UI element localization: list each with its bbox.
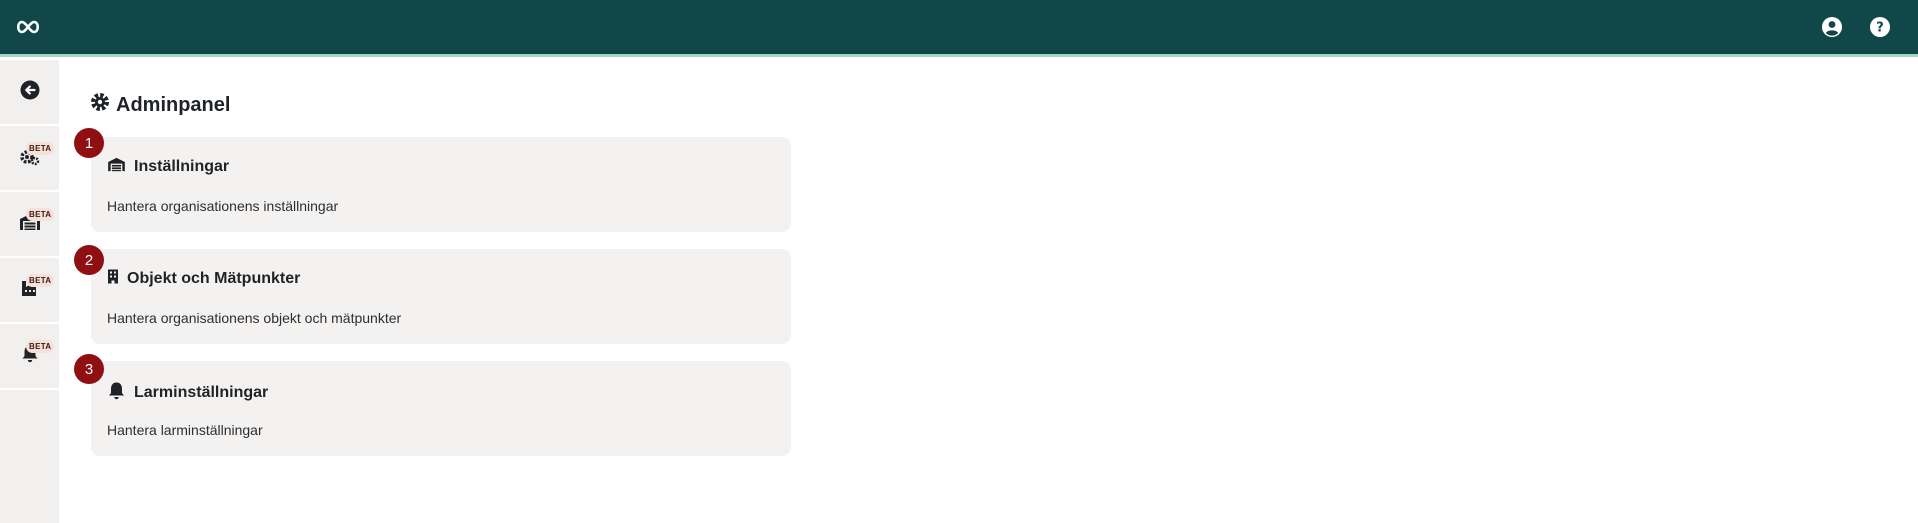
gear-icon bbox=[90, 92, 110, 118]
beta-badge: BETA bbox=[26, 208, 55, 221]
card-description: Hantera organisationens inställningar bbox=[107, 198, 339, 214]
help-circle-icon[interactable]: ? bbox=[1868, 15, 1892, 39]
sidebar-item-organisation[interactable]: BETA bbox=[0, 192, 59, 258]
step-badge-1: 1 bbox=[74, 128, 104, 158]
card-title: Objekt och Mätpunkter bbox=[107, 269, 300, 289]
card-title: Inställningar bbox=[107, 157, 229, 177]
step-badge-3: 3 bbox=[74, 354, 104, 384]
sidebar-back-button[interactable] bbox=[0, 60, 59, 126]
arrow-left-circle-icon bbox=[20, 80, 40, 105]
top-navigation-bar: ? bbox=[0, 0, 1918, 57]
card-description: Hantera larminställningar bbox=[107, 422, 263, 438]
card-installningar[interactable]: Inställningar Hantera organisationens in… bbox=[91, 137, 791, 232]
account-circle-icon[interactable] bbox=[1820, 15, 1844, 39]
svg-text:?: ? bbox=[1876, 21, 1884, 36]
page-title-text: Adminpanel bbox=[116, 93, 231, 116]
card-title-text: Larminställningar bbox=[134, 384, 269, 401]
step-badge-2: 2 bbox=[74, 245, 104, 275]
card-title-text: Objekt och Mätpunkter bbox=[127, 270, 301, 287]
sidebar-item-objects[interactable]: BETA bbox=[0, 258, 59, 324]
sidebar-item-settings[interactable]: BETA bbox=[0, 126, 59, 192]
card-title-text: Inställningar bbox=[134, 158, 230, 175]
beta-badge: BETA bbox=[26, 274, 55, 287]
beta-badge: BETA bbox=[26, 340, 55, 353]
page-title: Adminpanel bbox=[90, 92, 231, 118]
beta-badge: BETA bbox=[26, 142, 55, 155]
building-icon bbox=[107, 269, 119, 289]
main-content: Adminpanel bbox=[90, 92, 231, 118]
sidebar: BETA BETA BETA BETA bbox=[0, 60, 59, 523]
bell-icon bbox=[107, 381, 126, 405]
infinity-logo-icon[interactable] bbox=[14, 13, 42, 41]
warehouse-icon bbox=[107, 157, 126, 177]
card-larminstallningar[interactable]: Larminställningar Hantera larminställnin… bbox=[91, 361, 791, 456]
sidebar-item-alarms[interactable]: BETA bbox=[0, 324, 59, 390]
card-objekt-och-matpunkter[interactable]: Objekt och Mätpunkter Hantera organisati… bbox=[91, 249, 791, 344]
card-description: Hantera organisationens objekt och mätpu… bbox=[107, 310, 402, 326]
card-title: Larminställningar bbox=[107, 381, 268, 405]
